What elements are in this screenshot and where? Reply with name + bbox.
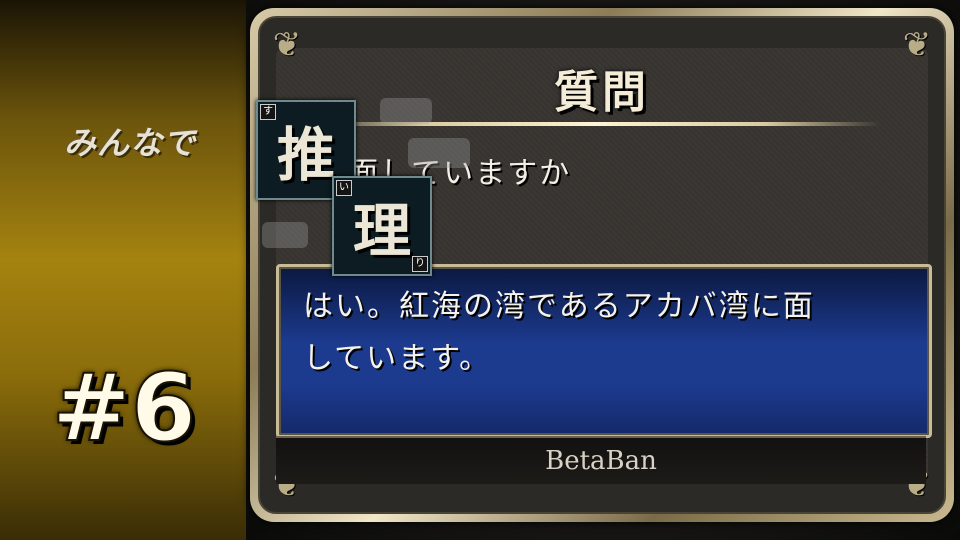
- answer-line: はい。紅海の湾であるアカバ湾に面: [303, 289, 815, 324]
- episode-number: #6: [51, 353, 197, 464]
- answer-line: しています。: [303, 341, 492, 376]
- ghost-bubble: [380, 98, 432, 124]
- ghost-bubble: [262, 222, 308, 248]
- footer-bar: BetaBan: [276, 436, 926, 484]
- logo-ruby: り: [412, 256, 428, 272]
- player-name: BetaBan: [545, 446, 657, 476]
- logo-tile: 理 い り: [332, 176, 432, 276]
- series-title: みんなで: [64, 124, 197, 162]
- logo-ruby: す: [260, 104, 276, 120]
- logo-ruby: い: [336, 180, 352, 196]
- answer-box: はい。紅海の湾であるアカバ湾に面 しています。: [276, 264, 932, 438]
- ghost-bubble: [408, 138, 470, 168]
